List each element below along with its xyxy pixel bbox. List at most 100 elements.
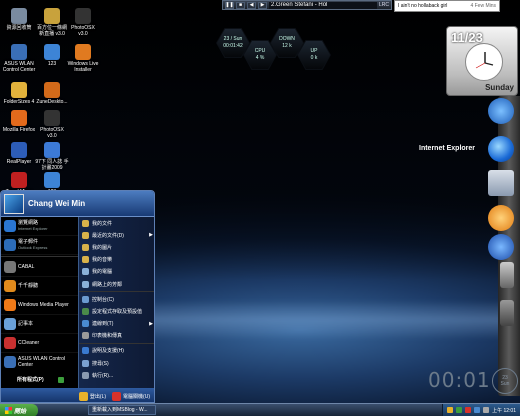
- start-menu-place[interactable]: 我的圖片: [79, 241, 154, 253]
- desktop-icon[interactable]: PhotoOSX v3.0: [35, 110, 69, 139]
- program-title: Windows Media Player: [18, 302, 69, 308]
- start-menu-header: Chang Wei Min: [1, 191, 154, 217]
- start-menu-item[interactable]: Windows Media Player: [1, 296, 78, 315]
- tray-clock[interactable]: 上午 12:01: [492, 407, 516, 414]
- start-button[interactable]: 開始: [0, 403, 38, 416]
- place-icon: [82, 243, 89, 251]
- shortcut-icon: [11, 8, 27, 24]
- big-clock-weekday: Sun: [500, 381, 510, 387]
- start-menu-place[interactable]: 搜尋(S): [79, 357, 154, 369]
- tray-icon[interactable]: [474, 407, 481, 413]
- desktop-icon[interactable]: RealPlayer: [2, 142, 36, 165]
- start-menu-place[interactable]: 設定程式存取及預設值: [79, 305, 154, 317]
- taskbar: 開始 重新載入到MSBlog - W... 上午 12:01: [0, 403, 520, 416]
- desktop-icon[interactable]: ZuneDeskto...: [35, 82, 69, 105]
- dock-label-ie: Internet Explorer: [419, 145, 476, 152]
- start-menu-item[interactable]: CCleaner: [1, 334, 78, 353]
- start-menu-place[interactable]: 我的文件: [79, 217, 154, 229]
- media-player-bar[interactable]: ❚❚ ■ ◀ ▶ 2.Green Stefani - Hol LRC: [222, 0, 392, 10]
- stop-icon[interactable]: ■: [236, 1, 245, 9]
- start-menu-place[interactable]: 我的電腦: [79, 266, 154, 278]
- media-player-icon[interactable]: [488, 205, 514, 231]
- finder-icon[interactable]: [488, 98, 514, 124]
- place-icon: [82, 307, 89, 315]
- program-icon: [4, 239, 16, 251]
- taskbar-task[interactable]: 重新載入到MSBlog - W...: [88, 405, 156, 415]
- shortcut-icon: [11, 142, 27, 158]
- logoff-label: 登出(L): [89, 393, 107, 400]
- program-icon: [4, 220, 16, 232]
- place-label: 搜尋(S): [92, 360, 109, 367]
- start-menu-item[interactable]: 電子郵件 Outlook Express: [1, 236, 78, 255]
- start-menu-place[interactable]: 連線到(T) ▶: [79, 318, 154, 330]
- start-menu-place[interactable]: 網路上的芳鄰: [79, 278, 154, 290]
- clock-face-icon: [465, 43, 503, 81]
- program-icon: [4, 299, 16, 311]
- start-menu-place[interactable]: 控制台(C): [79, 293, 154, 305]
- shortcut-icon: [44, 82, 60, 98]
- pause-icon[interactable]: ❚❚: [225, 1, 234, 9]
- folder-icon[interactable]: [500, 262, 514, 288]
- start-menu-place[interactable]: 最近的文件(D) ▶: [79, 229, 154, 241]
- tray-icon[interactable]: [483, 407, 490, 413]
- start-menu-item[interactable]: 記事本: [1, 315, 78, 334]
- place-icon: [82, 231, 89, 239]
- horizon-glow: [120, 300, 520, 340]
- logoff-button[interactable]: 登出(L): [78, 391, 107, 401]
- desktop-icon-label: PhotoOSX v3.0: [71, 25, 95, 37]
- upload-label: UP: [310, 48, 318, 54]
- start-menu-item[interactable]: 千千靜聽: [1, 277, 78, 296]
- user-avatar[interactable]: [4, 193, 24, 214]
- menu-separator: [79, 342, 154, 344]
- start-menu-item-text: 電子郵件 Outlook Express: [18, 239, 47, 251]
- start-menu-item[interactable]: 瀏覽網路 Internet Explorer: [1, 217, 78, 236]
- start-menu-item[interactable]: CABAL: [1, 258, 78, 277]
- desktop-icon-label: ZuneDeskto...: [36, 99, 68, 105]
- place-icon: [82, 295, 89, 303]
- desktop-icon-label: FolderSizes 4: [3, 99, 35, 105]
- clock-day: Sunday: [485, 83, 514, 92]
- program-title: ASUS WLAN Control Center: [18, 356, 65, 368]
- dvd-icon[interactable]: [488, 234, 514, 260]
- start-menu-place[interactable]: 印表機和傳真: [79, 330, 154, 342]
- program-title: 記事本: [18, 321, 34, 327]
- menu-separator: [79, 291, 154, 293]
- desktop-icon[interactable]: 百方位一條網新直播 v3.0: [35, 8, 69, 37]
- desktop-icon[interactable]: PhotoOSX v3.0: [66, 8, 100, 37]
- date-meter-date: 23 / Sun: [223, 36, 243, 42]
- clock-widget[interactable]: 11/23 Sunday: [446, 26, 518, 96]
- internet-explorer-icon[interactable]: [488, 136, 514, 162]
- start-menu-place[interactable]: 執行(R)...: [79, 369, 154, 381]
- start-menu-item[interactable]: ASUS WLAN Control Center: [1, 353, 78, 372]
- lyric-tooltip: I ain't no hollaback girl 4 Few Mins: [394, 0, 500, 12]
- desktop-icon[interactable]: 97下 同人誌 手計畫2009: [35, 142, 69, 171]
- start-menu-item-text: 瀏覽網路 Internet Explorer: [18, 220, 48, 232]
- desktop-icon[interactable]: Windows Live Installer: [66, 44, 100, 73]
- trash-icon[interactable]: [500, 300, 514, 326]
- big-clock-date: 23 Sun: [492, 368, 518, 394]
- desktop-icon[interactable]: ASUS WLAN Control Center: [2, 44, 36, 73]
- desktop-icon-label: PhotoOSX v3.0: [40, 127, 64, 139]
- next-icon[interactable]: ▶: [258, 1, 267, 9]
- place-label: 印表機和傳真: [92, 333, 123, 340]
- tray-icon[interactable]: [447, 407, 454, 413]
- tray-icon[interactable]: [465, 407, 472, 413]
- desktop-icon[interactable]: Mozilla Firefox: [2, 110, 36, 133]
- shortcut-icon: [44, 110, 60, 126]
- desktop-icon[interactable]: 資源回收筒: [2, 8, 36, 31]
- start-menu-place[interactable]: 我的音樂: [79, 254, 154, 266]
- start-menu-item-text: CABAL: [18, 264, 34, 270]
- program-icon: [4, 261, 16, 273]
- track-title: 2.Green Stefani - Hol: [269, 1, 377, 9]
- start-menu-place[interactable]: 說明及支援(H): [79, 345, 154, 357]
- lrc-badge[interactable]: LRC: [379, 2, 389, 8]
- desktop-icon-label: 97下 同人誌 手計畫2009: [35, 159, 69, 171]
- prev-icon[interactable]: ◀: [247, 1, 256, 9]
- mail-icon[interactable]: [488, 170, 514, 196]
- desktop-icon[interactable]: 123: [35, 44, 69, 67]
- program-title: CCleaner: [18, 340, 40, 346]
- tray-icon[interactable]: [456, 407, 463, 413]
- all-programs-button[interactable]: 所有程式(P): [1, 371, 78, 388]
- shutdown-button[interactable]: 電腦關機(U): [112, 391, 150, 401]
- desktop-icon[interactable]: FolderSizes 4: [2, 82, 36, 105]
